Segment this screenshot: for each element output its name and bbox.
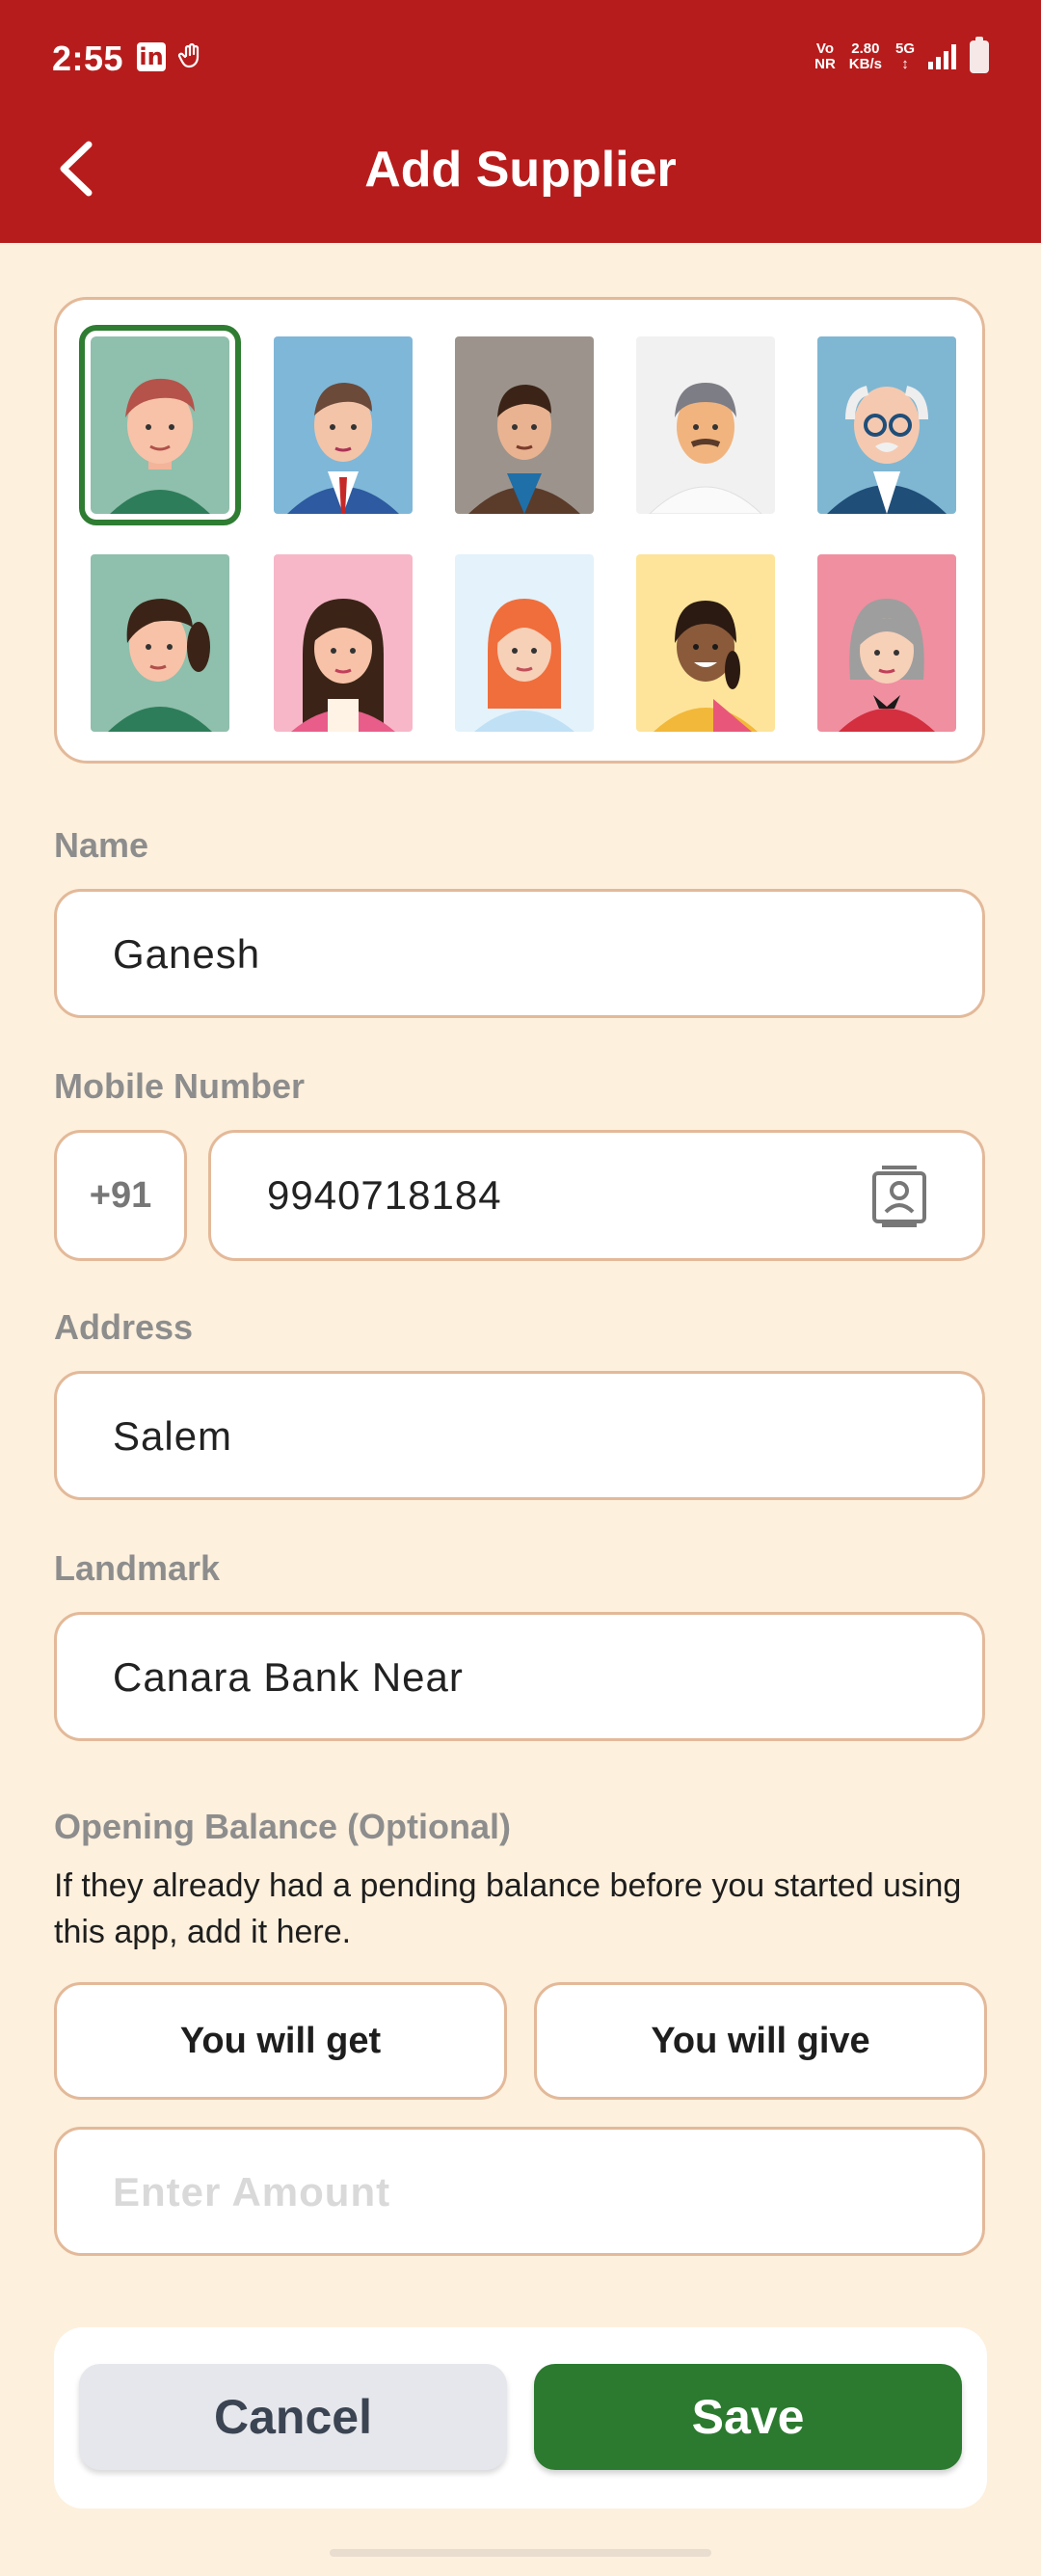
- app-header: 2:55 in Vo NR 2.80 KB/s 5G ↕ Add Supplier: [0, 0, 1041, 243]
- cancel-button[interactable]: Cancel: [79, 2364, 507, 2470]
- country-code[interactable]: +91: [54, 1130, 187, 1261]
- landmark-field: [54, 1612, 985, 1741]
- network-speed: 2.80 KB/s: [848, 40, 882, 72]
- status-time: 2:55: [52, 39, 124, 78]
- opening-balance-help: If they already had a pending balance be…: [54, 1867, 962, 1950]
- amount-input[interactable]: [111, 2130, 905, 2255]
- address-input[interactable]: [111, 1374, 905, 1499]
- mobile-input[interactable]: [265, 1133, 867, 1258]
- landmark-input[interactable]: [111, 1615, 905, 1740]
- avatar-woman-saree[interactable]: [636, 554, 775, 732]
- hand-icon: [177, 42, 206, 71]
- mobile-field: [208, 1130, 985, 1261]
- avatar-woman-ponytail[interactable]: [91, 554, 229, 732]
- page-title: Add Supplier: [364, 142, 677, 198]
- name-field: [54, 889, 985, 1018]
- signal-icon: [928, 44, 956, 69]
- avatar-older-man[interactable]: [636, 336, 775, 514]
- name-input[interactable]: [111, 892, 905, 1017]
- you-will-give-button[interactable]: You will give: [534, 1982, 987, 2100]
- address-field: [54, 1371, 985, 1500]
- save-button[interactable]: Save: [534, 2364, 962, 2470]
- you-will-get-button[interactable]: You will get: [54, 1982, 507, 2100]
- home-indicator: [330, 2549, 711, 2557]
- avatar-man-jacket[interactable]: [455, 336, 594, 514]
- opening-balance-label: Opening Balance (Optional): [54, 1807, 512, 1846]
- mobile-label: Mobile Number: [54, 1066, 306, 1106]
- contacts-icon[interactable]: [870, 1166, 928, 1227]
- address-label: Address: [54, 1307, 194, 1347]
- landmark-label: Landmark: [54, 1548, 221, 1588]
- battery-icon: [970, 37, 989, 73]
- avatar-picker: [54, 297, 985, 764]
- amount-field: [54, 2127, 985, 2256]
- avatar-elderly-woman[interactable]: [817, 554, 956, 732]
- linkedin-icon: in: [137, 42, 166, 71]
- avatar-woman-long-hair[interactable]: [274, 554, 413, 732]
- avatar-young-man[interactable]: [79, 325, 241, 525]
- avatar-elderly-man[interactable]: [817, 336, 956, 514]
- signal-label: 5G ↕: [894, 40, 915, 72]
- avatar-woman-red-hair[interactable]: [455, 554, 594, 732]
- avatar-man-suit[interactable]: [274, 336, 413, 514]
- network-type: Vo NR: [814, 40, 836, 72]
- name-label: Name: [54, 825, 149, 865]
